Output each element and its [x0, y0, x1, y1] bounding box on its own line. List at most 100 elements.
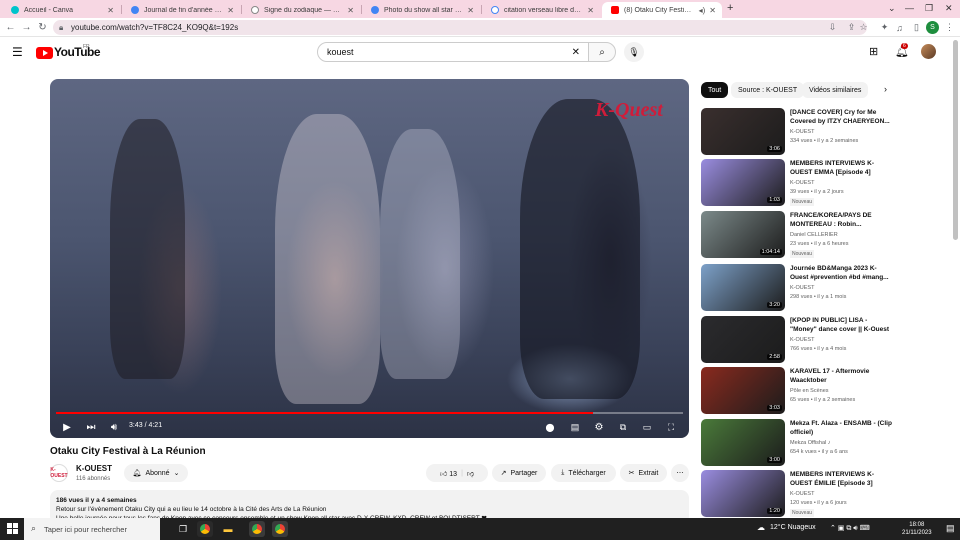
close-tab-icon[interactable]: ✕	[227, 6, 234, 15]
clip-button[interactable]: ✂ Extrait	[620, 464, 667, 482]
weather-cloud-icon[interactable]: ☁	[757, 523, 765, 532]
autoplay-toggle[interactable]: ⬤	[540, 420, 560, 434]
recommended-channel[interactable]: K-OUEST	[790, 491, 814, 497]
recommended-channel[interactable]: K-OUEST	[790, 337, 814, 343]
video-thumbnail[interactable]: 1:03	[701, 159, 785, 206]
system-tray-icons[interactable]: ⌃ ▣ ⧉ 🔊︎ ⌨	[830, 524, 870, 533]
video-thumbnail[interactable]: 2:58	[701, 316, 785, 363]
theater-mode-icon[interactable]: ▭	[640, 420, 654, 434]
close-tab-icon[interactable]: ✕	[467, 6, 474, 15]
video-thumbnail[interactable]: 1:20	[701, 470, 785, 517]
volume-icon[interactable]: 🔊︎	[107, 420, 121, 434]
hamburger-menu-icon[interactable]: ☰	[12, 45, 23, 59]
subtitles-icon[interactable]: ▤	[568, 420, 582, 434]
browser-menu-icon[interactable]: ⋮	[943, 21, 956, 34]
channel-name[interactable]: K-OUEST	[76, 464, 112, 473]
bookmark-star-icon[interactable]: ☆	[857, 21, 870, 34]
channel-avatar[interactable]: K-OUEST	[50, 464, 68, 482]
close-tab-icon[interactable]: ✕	[587, 6, 594, 15]
miniplayer-icon[interactable]: ⧉	[616, 420, 630, 434]
reload-icon[interactable]: ↻	[36, 21, 49, 34]
windows-start-icon[interactable]	[7, 523, 18, 534]
play-icon[interactable]: ▶	[60, 420, 74, 434]
notification-center-icon[interactable]: ▤	[946, 523, 955, 534]
recommended-channel[interactable]: Mekza Offishal ♪	[790, 440, 831, 446]
close-window-button[interactable]: ✕	[945, 3, 953, 14]
youtube-logo-icon[interactable]	[36, 47, 53, 59]
chevron-right-icon[interactable]: ›	[884, 84, 887, 94]
recommended-video[interactable]: 1:20 MEMBERS INTERVIEWS K-OUEST ÉMILIE [E…	[701, 470, 951, 520]
recommended-video[interactable]: 3:03 KARAVEL 17 - Aftermovie Waacktober Pô…	[701, 367, 951, 417]
voice-search-button[interactable]: 🎙︎	[624, 42, 644, 62]
file-explorer-icon[interactable]: ▬	[220, 521, 236, 537]
browser-tab[interactable]: Accueil - Canva ✕	[2, 2, 120, 18]
recommended-title[interactable]: [DANCE COVER] Cry for Me Covered by ITZY…	[790, 108, 894, 126]
recommended-title[interactable]: FRANCE/KOREA/PAYS DE MONTEREAU : Robin..…	[790, 211, 894, 229]
chip-all[interactable]: Tout	[701, 82, 729, 98]
recommended-video[interactable]: 1:04:14 FRANCE/KOREA/PAYS DE MONTEREAU : …	[701, 211, 951, 261]
media-controls-icon[interactable]: ♫	[893, 21, 906, 34]
video-player[interactable]: K-Quest ▶ ⏭︎ 🔊︎ 3:43 / 4:21 ⬤ ▤ ⚙︎ ⧉ ▭ ⛶	[50, 79, 689, 438]
clear-search-icon[interactable]: ✕	[572, 47, 580, 58]
recommended-title[interactable]: KARAVEL 17 - Aftermovie Waacktober	[790, 367, 894, 385]
progress-bar[interactable]	[56, 412, 683, 414]
back-icon[interactable]: ←	[4, 21, 17, 34]
install-app-icon[interactable]: ⇩	[826, 21, 839, 34]
recommended-video[interactable]: 1:03 MEMBERS INTERVIEWS K-OUEST EMMA [Epi…	[701, 159, 951, 209]
close-tab-icon[interactable]: ✕	[709, 6, 716, 15]
video-thumbnail[interactable]: 1:04:14	[701, 211, 785, 258]
chrome-app-icon[interactable]	[197, 521, 213, 537]
chrome-app-icon[interactable]	[272, 521, 288, 537]
browser-tab[interactable]: Signe du zodiaque — Wikipédia ✕	[242, 2, 360, 18]
recommended-video[interactable]: 2:58 [KPOP IN PUBLIC] LISA - "Money" danc…	[701, 316, 951, 366]
side-panel-icon[interactable]: ▯	[910, 21, 923, 34]
forward-icon[interactable]: →	[20, 21, 33, 34]
minimize-window-button[interactable]: —	[905, 3, 914, 13]
youtube-logo-text[interactable]: YouTube	[54, 45, 101, 59]
like-button[interactable]: 👍︎ 13	[440, 469, 457, 478]
taskbar-clock[interactable]: 18:08 21/11/2023	[902, 521, 932, 537]
next-video-icon[interactable]: ⏭︎	[84, 420, 98, 434]
address-bar[interactable]: 🔒︎ youtube.com/watch?v=TF8C24_KO9Q&t=192…	[53, 20, 867, 35]
tab-search-icon[interactable]: ⌄	[888, 3, 896, 14]
chrome-app-icon[interactable]	[249, 521, 265, 537]
close-tab-icon[interactable]: ✕	[347, 6, 354, 15]
video-thumbnail[interactable]: 3:20	[701, 264, 785, 311]
share-button[interactable]: ↗ Partager	[492, 464, 546, 482]
weather-text[interactable]: 12°C Nuageux	[770, 524, 816, 531]
browser-tab[interactable]: Photo du show all star kpop - k ✕	[362, 2, 480, 18]
create-video-icon[interactable]: ⊞	[869, 45, 878, 58]
subscribed-button[interactable]: 🔔︎ Abonné ⌄	[124, 464, 188, 482]
fullscreen-icon[interactable]: ⛶	[664, 420, 678, 434]
search-button[interactable]: ⌕	[588, 42, 616, 62]
recommended-video[interactable]: 3:06 [DANCE COVER] Cry for Me Covered by …	[701, 108, 951, 158]
close-tab-icon[interactable]: ✕	[107, 6, 114, 15]
recommended-channel[interactable]: Daniel CELLERIER	[790, 232, 838, 238]
more-actions-icon[interactable]: ⋯	[671, 464, 689, 482]
browser-tab[interactable]: Journal de fin d'année 2023 - Di ✕	[122, 2, 240, 18]
recommended-channel[interactable]: Pôle en Scènes	[790, 388, 829, 394]
recommended-title[interactable]: Mekza Ft. Alaza - ENSAMB - (Clip officie…	[790, 419, 894, 437]
video-thumbnail[interactable]: 3:03	[701, 367, 785, 414]
browser-tab[interactable]: citation verseau libre de droit - ✕	[482, 2, 600, 18]
new-tab-button[interactable]: +	[727, 2, 733, 14]
taskbar-search[interactable]: ⌕ Taper ici pour rechercher	[24, 518, 160, 540]
browser-tab-active[interactable]: (8) Otaku City Festival à La R ◂) ✕	[602, 2, 722, 18]
scrollbar[interactable]	[953, 40, 958, 240]
video-thumbnail[interactable]: 3:06	[701, 108, 785, 155]
chip-similar[interactable]: Vidéos similaires	[802, 82, 869, 98]
video-thumbnail[interactable]: 3:00	[701, 419, 785, 466]
recommended-title[interactable]: MEMBERS INTERVIEWS K-OUEST ÉMILIE [Episo…	[790, 470, 894, 488]
recommended-channel[interactable]: K-OUEST	[790, 180, 814, 186]
recommended-title[interactable]: MEMBERS INTERVIEWS K-OUEST EMMA [Episode…	[790, 159, 894, 177]
task-view-icon[interactable]: ❐	[175, 521, 191, 537]
recommended-channel[interactable]: K-OUEST	[790, 285, 814, 291]
speaker-icon[interactable]: ◂)	[699, 6, 706, 15]
extensions-icon[interactable]: ✦	[878, 21, 891, 34]
chip-source[interactable]: Source : K-OUEST	[731, 82, 805, 98]
dislike-icon[interactable]: 👎︎	[467, 469, 474, 478]
search-input[interactable]: kouest ✕	[317, 42, 589, 62]
maximize-window-button[interactable]: ❐	[925, 3, 933, 14]
recommended-video[interactable]: 3:20 Journée BD&Manga 2023 K-Ouest #preve…	[701, 264, 951, 314]
download-button[interactable]: ⤓ Télécharger	[551, 464, 616, 482]
